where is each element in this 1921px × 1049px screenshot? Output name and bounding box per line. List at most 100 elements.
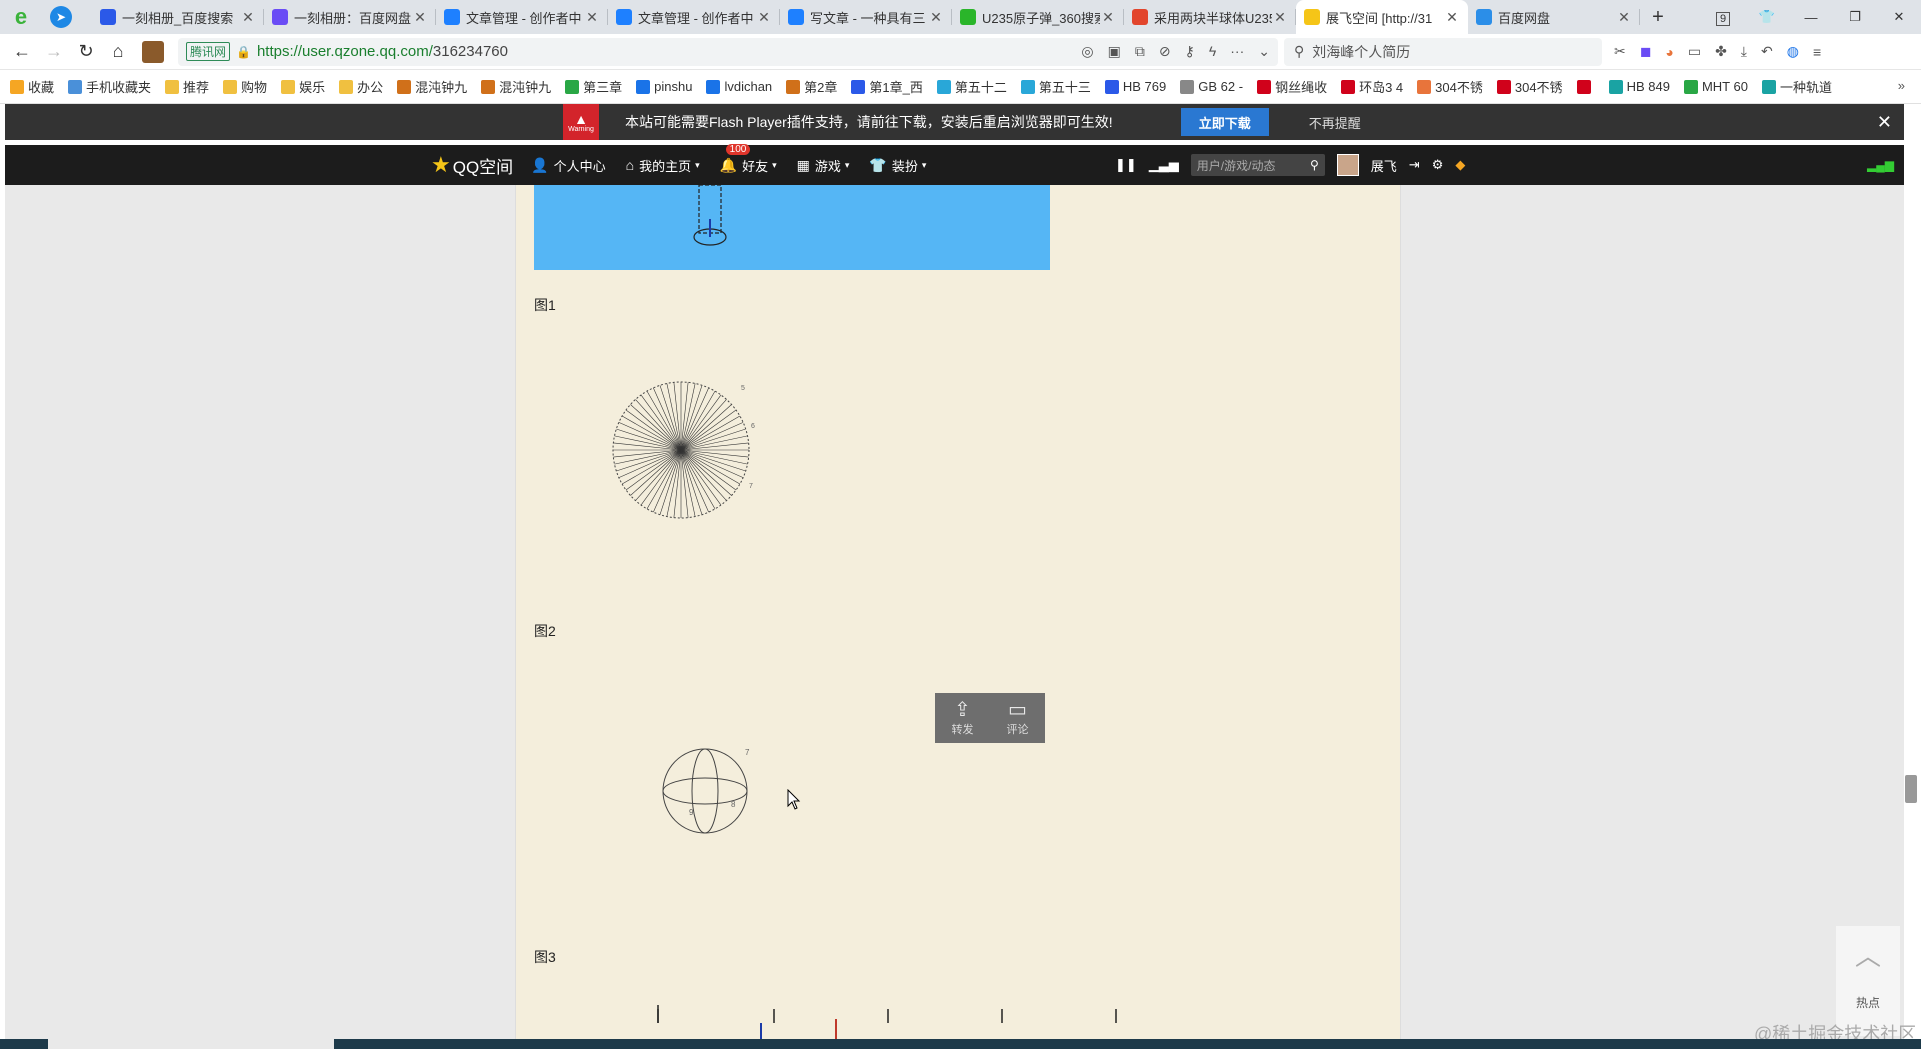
tab-close-icon[interactable]: ✕ xyxy=(240,9,256,26)
key-icon[interactable]: ⚷ xyxy=(1185,43,1195,60)
bookmark-item[interactable]: 钢丝绳收 xyxy=(1257,77,1327,96)
browser-tab[interactable]: 展飞空间 [http://31 ✕ xyxy=(1296,0,1468,34)
back-to-top-icon[interactable]: ︿ xyxy=(1855,926,1881,982)
browser-tab[interactable]: U235原子弹_360搜索 ✕ xyxy=(952,0,1124,34)
game-icon[interactable]: ◕ xyxy=(1665,44,1673,60)
bookmark-item[interactable]: 手机收藏夹 xyxy=(68,77,151,96)
tab-close-icon[interactable]: ✕ xyxy=(1100,9,1116,26)
home-button[interactable]: ⌂ xyxy=(102,41,134,62)
qzone-logo[interactable]: ★ QQ空间 xyxy=(431,152,513,178)
bookmark-item[interactable]: GB 62 - xyxy=(1180,79,1243,94)
lock-icon[interactable]: 🔒 xyxy=(236,45,251,59)
search-input[interactable]: ⚲ 刘海峰个人简历 xyxy=(1284,37,1602,66)
forward-button[interactable]: → xyxy=(38,41,70,62)
page-scrollbar-thumb[interactable] xyxy=(1905,775,1917,803)
new-tab-button[interactable]: + xyxy=(1640,6,1676,29)
tab-count-icon[interactable]: 9 xyxy=(1701,10,1745,26)
nav-dressup[interactable]: 👕 装扮 ▾ xyxy=(869,156,926,175)
nav-friends[interactable]: 🔔 100 好友 ▾ xyxy=(720,143,777,175)
bookmark-item[interactable]: 推荐 xyxy=(165,77,209,96)
bookmark-item[interactable]: 第五十二 xyxy=(936,77,1007,96)
tab-close-icon[interactable]: ✕ xyxy=(1272,9,1288,26)
bookmark-item[interactable]: 第五十三 xyxy=(1020,77,1091,96)
tab-close-icon[interactable]: ✕ xyxy=(412,9,428,26)
comment-button[interactable]: ▭ 评论 xyxy=(1007,699,1029,737)
more-icon[interactable]: ··· xyxy=(1230,43,1244,60)
browser-tab[interactable]: 写文章 - 一种具有三 ✕ xyxy=(780,0,952,34)
signal-bars-icon[interactable]: ▁▃▅ xyxy=(1149,157,1179,173)
browser-logo-icon[interactable]: e xyxy=(6,2,36,32)
bookmark-item[interactable]: 收藏 xyxy=(10,77,54,96)
close-window-button[interactable]: ✕ xyxy=(1877,9,1921,25)
bookmark-item[interactable]: 娱乐 xyxy=(281,77,325,96)
nav-my-homepage[interactable]: ⌂ 我的主页 ▾ xyxy=(626,156,700,175)
download-now-button[interactable]: 立即下载 xyxy=(1180,108,1269,136)
bookmark-item[interactable]: 第1章_西 xyxy=(851,77,923,96)
bookmark-item[interactable]: 办公 xyxy=(339,77,383,96)
bookmark-item[interactable]: 第2章 xyxy=(786,77,837,96)
nav-personal-center[interactable]: 👤 个人中心 xyxy=(531,156,605,175)
tab-close-icon[interactable]: ✕ xyxy=(1444,9,1460,26)
download-icon[interactable]: ⤓ xyxy=(1741,43,1747,60)
compass-icon[interactable]: ⊘ xyxy=(1159,43,1171,60)
close-icon[interactable]: ✕ xyxy=(1877,112,1892,133)
bookmark-item[interactable]: 第三章 xyxy=(565,77,622,96)
scissors-icon[interactable]: ✂ xyxy=(1614,43,1626,60)
undo-icon[interactable]: ↶ xyxy=(1761,43,1773,60)
browser-tab[interactable]: 文章管理 - 创作者中 ✕ xyxy=(436,0,608,34)
browser-tab[interactable]: 采用两块半球体U235 ✕ xyxy=(1124,0,1296,34)
chevron-down-icon[interactable]: ⌄ xyxy=(1258,43,1270,60)
bookmark-item[interactable]: 混沌钟九 xyxy=(481,77,551,96)
bookmark-item[interactable] xyxy=(1576,79,1595,94)
address-bar[interactable]: 腾讯网 🔒 https://user.qzone.qq.com/31623476… xyxy=(178,37,1278,66)
reload-button[interactable]: ↻ xyxy=(70,41,102,62)
puzzle-icon[interactable]: ✤ xyxy=(1715,43,1727,60)
sidebar-icon[interactable]: ▭ xyxy=(1688,43,1701,60)
browser-tab[interactable]: 文章管理 - 创作者中 ✕ xyxy=(608,0,780,34)
bookmark-item[interactable]: 购物 xyxy=(223,77,267,96)
dont-remind-link[interactable]: 不再提醒 xyxy=(1309,113,1361,132)
tab-close-icon[interactable]: ✕ xyxy=(584,9,600,26)
bookmark-item[interactable]: 304不锈 xyxy=(1417,77,1483,96)
bookmarks-more-icon[interactable]: » xyxy=(1898,78,1905,93)
bookmark-item[interactable]: 304不锈 xyxy=(1496,77,1563,96)
browser-tab[interactable]: 一刻相册：百度网盘 ✕ xyxy=(264,0,436,34)
image-icon[interactable]: ▣ xyxy=(1108,43,1121,60)
restore-button[interactable]: ❐ xyxy=(1833,9,1877,25)
search-icon[interactable]: ⚲ xyxy=(1310,158,1319,172)
nav-games[interactable]: ▦ 游戏 ▾ xyxy=(797,156,850,175)
tab-close-icon[interactable]: ✕ xyxy=(756,9,772,26)
qzone-search-input[interactable]: 用户/游戏/动态 ⚲ xyxy=(1190,154,1325,176)
hot-topics-button[interactable]: 热点 xyxy=(1856,982,1880,1022)
skin-icon[interactable]: 👕 xyxy=(1745,9,1789,25)
logout-icon[interactable]: ⇥ xyxy=(1409,157,1420,173)
telegram-icon[interactable]: ➤ xyxy=(50,6,72,28)
edge-icon[interactable]: ◍ xyxy=(1787,43,1799,60)
menu-icon[interactable]: ≡ xyxy=(1813,44,1821,60)
bookmark-item[interactable]: 环岛3 4 xyxy=(1341,77,1403,96)
bookmark-item[interactable]: HB 849 xyxy=(1608,79,1670,94)
settings-gear-icon[interactable]: ⚙ xyxy=(1432,157,1444,173)
extension-purple-icon[interactable]: ◼ xyxy=(1640,43,1652,60)
bookmark-item[interactable]: pinshu xyxy=(636,79,692,94)
lightning-icon[interactable]: ϟ xyxy=(1209,43,1216,60)
avatar[interactable] xyxy=(1336,154,1359,176)
forward-button[interactable]: ⇪ 转发 xyxy=(952,699,974,737)
bookmark-item[interactable]: HB 769 xyxy=(1104,79,1166,94)
target-icon[interactable]: ◎ xyxy=(1081,43,1093,60)
diamond-icon[interactable]: ◆ xyxy=(1455,157,1465,173)
screenshot-icon[interactable]: ⧉ xyxy=(1135,43,1145,60)
back-button[interactable]: ← xyxy=(6,41,38,62)
bookmark-item[interactable]: 一种轨道 xyxy=(1761,77,1832,96)
browser-tab[interactable]: 百度网盘 ✕ xyxy=(1468,0,1640,34)
tab-close-icon[interactable]: ✕ xyxy=(928,9,944,26)
pause-icon[interactable]: ❚❚ xyxy=(1115,157,1137,173)
tab-close-icon[interactable]: ✕ xyxy=(1616,9,1632,26)
minimize-button[interactable]: — xyxy=(1789,10,1833,25)
browser-tab[interactable]: 一刻相册_百度搜索 ✕ xyxy=(92,0,264,34)
extension-briefcase-icon[interactable] xyxy=(142,40,164,63)
bookmark-item[interactable]: MHT 60 xyxy=(1683,79,1748,94)
user-name[interactable]: 展飞 xyxy=(1371,156,1397,175)
bookmark-item[interactable]: 混沌钟九 xyxy=(397,77,467,96)
bookmark-item[interactable]: lvdichan xyxy=(706,79,772,94)
